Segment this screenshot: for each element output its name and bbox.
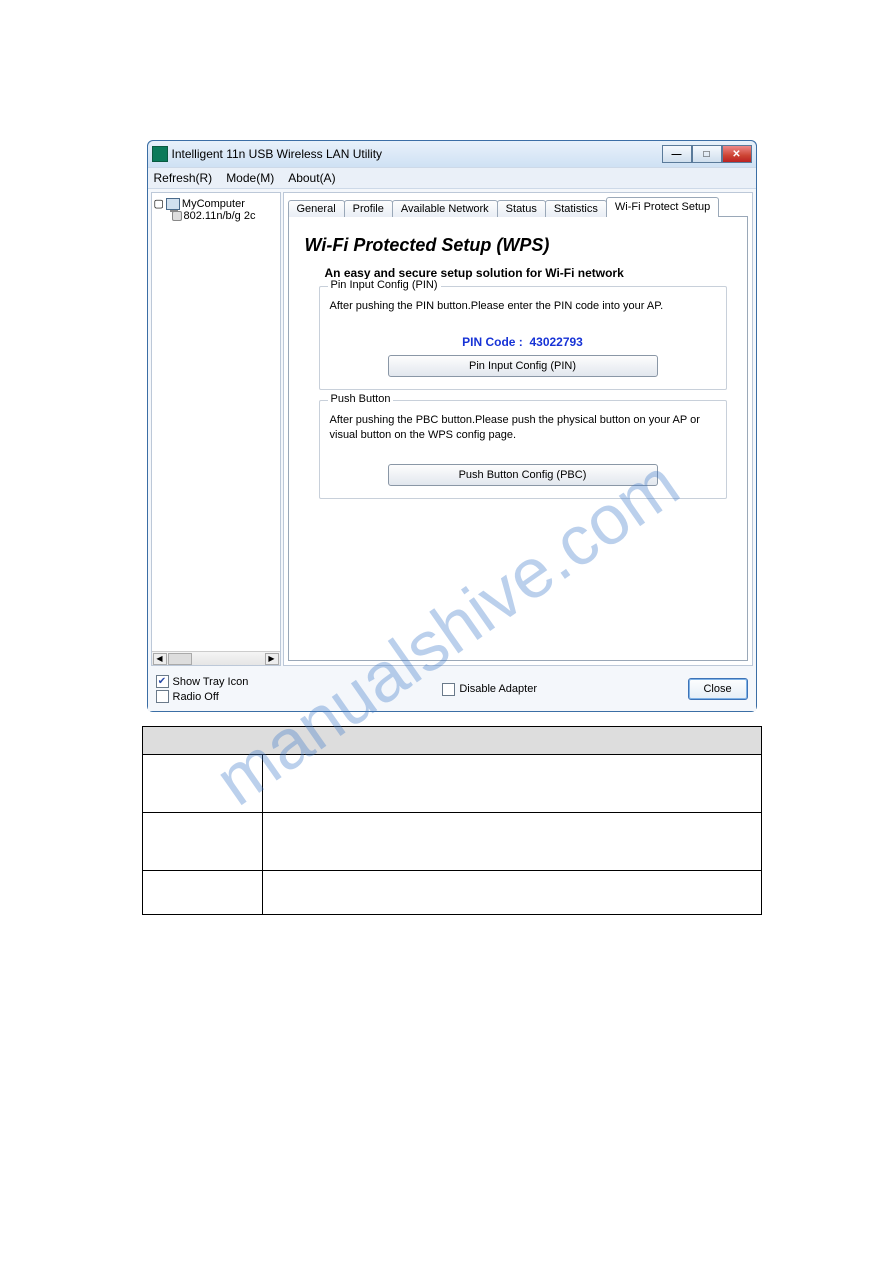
push-button-group: Push Button After pushing the PBC button… [319,400,727,499]
scroll-thumb[interactable] [168,653,192,665]
push-button-group-title: Push Button [328,393,394,405]
table-cell [262,755,761,813]
content-area: ▢ MyComputer 802.11n/b/g 2c ◀ ▶ [148,189,756,669]
checkbox-icon [156,690,169,703]
scroll-left-button[interactable]: ◀ [153,653,167,665]
app-icon [152,146,168,162]
tab-available-network[interactable]: Available Network [392,200,498,217]
table-cell [262,813,761,871]
expand-icon[interactable]: ▢ [154,197,164,210]
device-tree-panel: ▢ MyComputer 802.11n/b/g 2c ◀ ▶ [151,192,281,666]
pin-instruction: After pushing the PIN button.Please ente… [330,299,716,313]
pin-code-label: PIN Code : [462,335,523,349]
window-close-button[interactable] [722,145,752,163]
wps-heading: Wi-Fi Protected Setup (WPS) [305,235,737,256]
tab-strip: General Profile Available Network Status… [288,197,748,217]
pin-code-value: 43022793 [529,335,582,349]
show-tray-icon-label: Show Tray Icon [173,676,249,688]
disable-adapter-label: Disable Adapter [459,683,537,695]
menu-about[interactable]: About(A) [288,171,335,185]
menu-mode[interactable]: Mode(M) [226,171,274,185]
horizontal-scrollbar[interactable]: ◀ ▶ [152,651,280,665]
pin-group-title: Pin Input Config (PIN) [328,279,441,291]
pin-code-line: PIN Code : 43022793 [330,335,716,349]
tree-root-label: MyComputer [182,198,245,210]
table-cell [142,813,262,871]
checkbox-icon: ✔ [156,675,169,688]
menu-bar: Refresh(R) Mode(M) About(A) [148,167,756,189]
minimize-button[interactable] [662,145,692,163]
device-tree[interactable]: ▢ MyComputer 802.11n/b/g 2c [152,193,280,651]
disable-adapter-checkbox[interactable]: Disable Adapter [442,683,537,696]
push-button-config-button[interactable]: Push Button Config (PBC) [388,464,658,486]
window-title: Intelligent 11n USB Wireless LAN Utility [172,147,662,161]
tab-profile[interactable]: Profile [344,200,393,217]
tab-general[interactable]: General [288,200,345,217]
show-tray-icon-checkbox[interactable]: ✔ Show Tray Icon [156,675,249,688]
tab-status[interactable]: Status [497,200,546,217]
radio-off-label: Radio Off [173,691,219,703]
footer-bar: ✔ Show Tray Icon Radio Off Disable Adapt… [148,669,756,711]
table-cell [142,871,262,915]
pin-input-config-button[interactable]: Pin Input Config (PIN) [388,355,658,377]
wps-subheading: An easy and secure setup solution for Wi… [325,266,737,280]
tree-adapter-label: 802.11n/b/g 2c [184,210,256,222]
adapter-icon [172,211,182,221]
pin-group: Pin Input Config (PIN) After pushing the… [319,286,727,390]
checkbox-icon [442,683,455,696]
tree-root-node[interactable]: ▢ MyComputer [154,197,278,210]
explanation-table [142,726,762,915]
radio-off-checkbox[interactable]: Radio Off [156,690,249,703]
table-cell [262,871,761,915]
maximize-button[interactable] [692,145,722,163]
table-cell [142,755,262,813]
pbc-instruction: After pushing the PBC button.Please push… [330,413,716,442]
scroll-right-button[interactable]: ▶ [265,653,279,665]
computer-icon [166,198,180,210]
tab-wifi-protect-setup[interactable]: Wi-Fi Protect Setup [606,197,719,217]
tree-adapter-node[interactable]: 802.11n/b/g 2c [154,210,278,222]
title-bar[interactable]: Intelligent 11n USB Wireless LAN Utility [148,141,756,167]
menu-refresh[interactable]: Refresh(R) [154,171,213,185]
close-button[interactable]: Close [688,678,748,700]
tab-statistics[interactable]: Statistics [545,200,607,217]
app-window: Intelligent 11n USB Wireless LAN Utility… [147,140,757,712]
table-header [142,727,761,755]
tab-body: Wi-Fi Protected Setup (WPS) An easy and … [288,216,748,661]
main-panel: General Profile Available Network Status… [283,192,753,666]
